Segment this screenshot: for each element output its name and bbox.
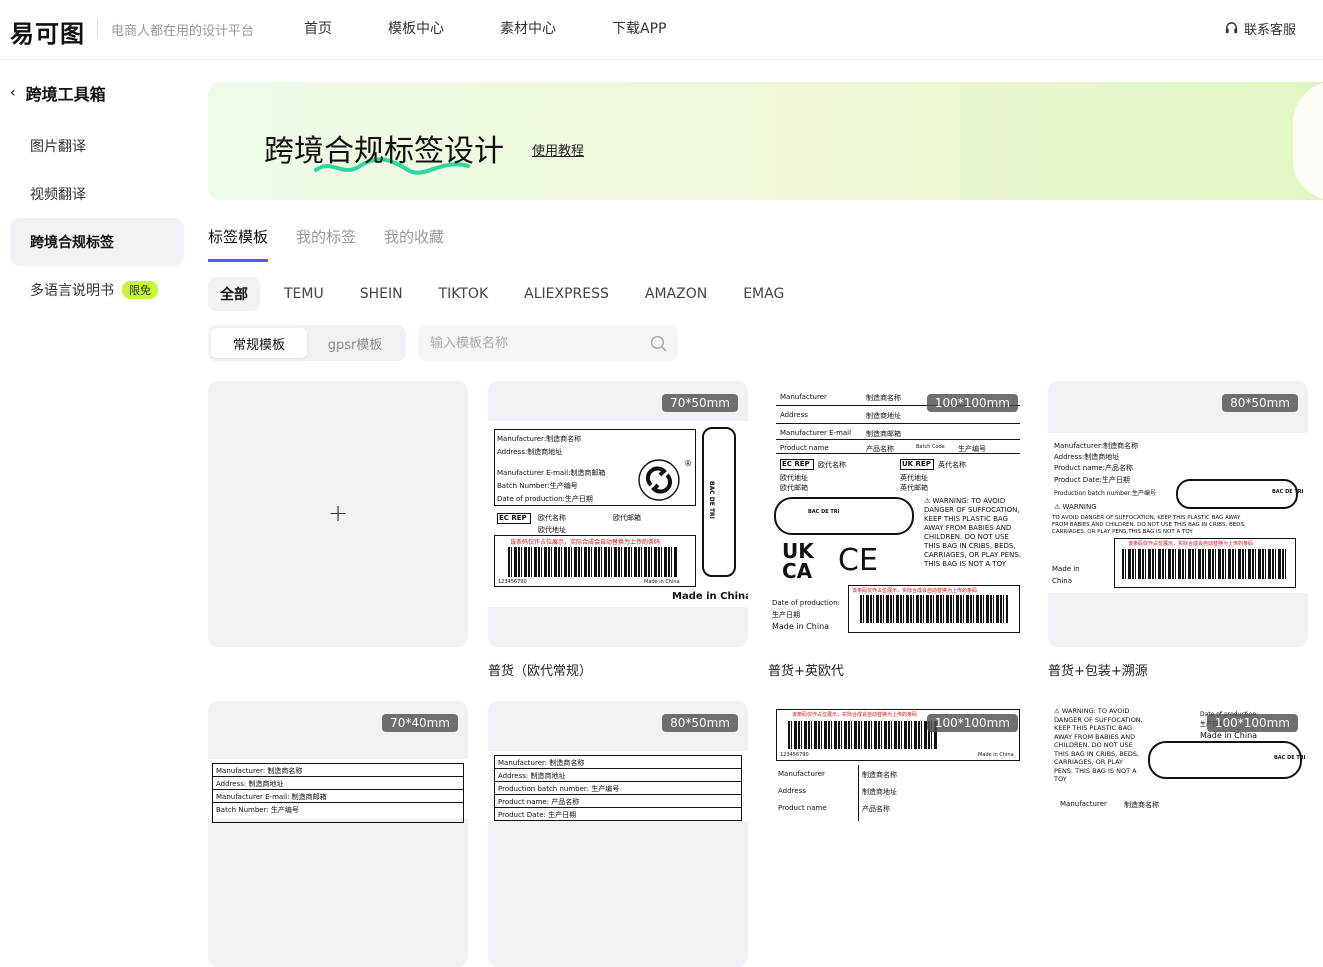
- search-box: [418, 325, 678, 361]
- support-button[interactable]: 联系客服: [1224, 19, 1296, 38]
- barcode: [860, 595, 1008, 623]
- size-badge: 100*100mm: [926, 394, 1018, 412]
- support-label: 联系客服: [1244, 23, 1297, 38]
- platform-aliexpress[interactable]: ALIEXPRESS: [524, 286, 609, 302]
- template-thumbnail: Manufacturer:制造商名称 Address:制造商地址 Product…: [1048, 433, 1308, 593]
- logo[interactable]: 易可图: [10, 14, 85, 49]
- template-card[interactable]: Manufacturer: 制造商名称 Address: 制造商地址 Manuf…: [208, 701, 468, 967]
- platform-tiktok[interactable]: TIKTOK: [439, 286, 489, 302]
- top-bar: 易可图 电商人都在用的设计平台 首页 模板中心 素材中心 下载APP 联系客服: [0, 0, 1323, 60]
- sidebar: ‹ 跨境工具箱 图片翻译 视频翻译 跨境合规标签 多语言说明书 限免: [0, 61, 196, 812]
- sidebar-item-label: 多语言说明书: [30, 283, 114, 299]
- template-card[interactable]: Manufacturer: 制造商名称 Address: 制造商地址 Produ…: [488, 701, 748, 967]
- banner-title: 跨境合规标签设计: [264, 134, 504, 169]
- tab-my-favorites[interactable]: 我的收藏: [384, 226, 444, 262]
- platform-filter: 全部 TEMU SHEIN TIKTOK ALIEXPRESS AMAZON E…: [208, 277, 820, 311]
- size-badge: 70*40mm: [382, 714, 458, 732]
- size-badge: 100*100mm: [1206, 714, 1298, 732]
- sidebar-item-compliance-label[interactable]: 跨境合规标签: [10, 218, 184, 266]
- size-badge: 100*100mm: [926, 714, 1018, 732]
- size-badge: 80*50mm: [662, 714, 738, 732]
- tab-label-templates[interactable]: 标签模板: [208, 226, 269, 262]
- sidebar-title: 跨境工具箱: [25, 85, 106, 104]
- sidebar-item-image-translate[interactable]: 图片翻译: [10, 122, 184, 170]
- segment-regular[interactable]: 常规模板: [211, 328, 307, 358]
- template-thumbnail: Manufacturer: 制造商名称 Address: 制造商地址 Manuf…: [208, 759, 468, 823]
- template-name: 普货（欧代常规）: [488, 664, 593, 679]
- template-type-toggle: 常规模板 gpsr模板: [208, 325, 406, 361]
- size-badge: 70*50mm: [662, 394, 738, 412]
- template-name: 普货+包装+溯源: [1048, 664, 1148, 679]
- search-icon[interactable]: [650, 335, 667, 352]
- nav-templates[interactable]: 模板中心: [388, 18, 444, 38]
- template-thumbnail: Manufacturer:制造商名称 Address:制造商地址 Manufac…: [488, 421, 748, 607]
- barcode: [508, 547, 678, 577]
- platform-shein[interactable]: SHEIN: [360, 286, 403, 302]
- size-badge: 80*50mm: [1222, 394, 1298, 412]
- sidebar-item-manual[interactable]: 多语言说明书 限免: [10, 266, 184, 314]
- back-button[interactable]: ‹ 跨境工具箱: [10, 81, 106, 105]
- label-tabs: 标签模板 我的标签 我的收藏: [208, 226, 472, 262]
- sidebar-item-video-translate[interactable]: 视频翻译: [10, 170, 184, 218]
- sidebar-item-label: 视频翻译: [30, 187, 86, 203]
- plus-icon: +: [328, 499, 349, 527]
- ce-mark: CE: [838, 543, 878, 578]
- template-card[interactable]: Manufacturer 制造商名称 Address 制造商地址 Manufac…: [768, 381, 1028, 647]
- platform-amazon[interactable]: AMAZON: [645, 286, 707, 302]
- banner: 跨境合规标签设计 使用教程: [208, 82, 1323, 200]
- segment-gpsr[interactable]: gpsr模板: [307, 328, 403, 358]
- headset-icon: [1225, 22, 1238, 34]
- tutorial-link[interactable]: 使用教程: [532, 140, 584, 159]
- slogan: 电商人都在用的设计平台: [111, 24, 255, 39]
- template-card[interactable]: 该条码仅作占位展示，实际合成会自动替换为上传的条码 123456790 Made…: [768, 701, 1028, 967]
- main-nav: 首页 模板中心 素材中心 下载APP: [286, 18, 704, 38]
- template-name: 普货+英欧代: [768, 664, 844, 679]
- template-card[interactable]: ⚠ WARNING: TO AVOID DANGER OF SUFFOCATIO…: [1048, 701, 1308, 967]
- nav-download-app[interactable]: 下载APP: [612, 18, 666, 38]
- platform-temu[interactable]: TEMU: [284, 286, 324, 302]
- search-input[interactable]: [418, 325, 638, 361]
- recycle-logo-icon: [638, 459, 680, 501]
- banner-decoration: [1293, 82, 1323, 200]
- nav-materials[interactable]: 素材中心: [500, 18, 556, 38]
- create-blank-card[interactable]: +: [208, 381, 468, 647]
- template-card[interactable]: Manufacturer:制造商名称 Address:制造商地址 Manufac…: [488, 381, 748, 647]
- free-badge: 限免: [122, 281, 158, 299]
- ukca-mark: UK CA: [782, 539, 814, 583]
- chevron-left-icon: ‹: [10, 85, 16, 101]
- barcode: [788, 721, 938, 749]
- barcode: [1122, 549, 1288, 579]
- sorting-badge: [774, 497, 914, 535]
- template-thumbnail: Manufacturer 制造商名称 Address 制造商地址 Manufac…: [768, 381, 1028, 647]
- template-thumbnail: Manufacturer: 制造商名称 Address: 制造商地址 Produ…: [488, 751, 748, 821]
- platform-all[interactable]: 全部: [208, 277, 260, 311]
- template-card[interactable]: Manufacturer:制造商名称 Address:制造商地址 Product…: [1048, 381, 1308, 647]
- sidebar-item-label: 图片翻译: [30, 139, 86, 155]
- tab-my-labels[interactable]: 我的标签: [296, 226, 356, 262]
- nav-home[interactable]: 首页: [304, 18, 332, 38]
- platform-emag[interactable]: EMAG: [743, 286, 784, 302]
- logo-divider: [97, 20, 98, 38]
- sidebar-item-label: 跨境合规标签: [30, 235, 114, 251]
